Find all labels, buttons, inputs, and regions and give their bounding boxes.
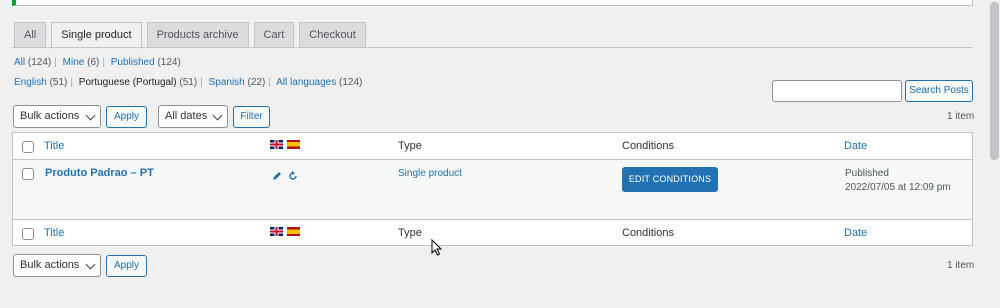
post-date: 2022/07/05 at 12:09 pm <box>845 182 951 193</box>
bulk-actions-value: Bulk actions <box>20 110 80 122</box>
search-posts-button[interactable]: Search Posts <box>905 80 973 102</box>
view-all-link[interactable]: All <box>14 57 25 68</box>
flag-es-icon <box>287 140 300 149</box>
select-all-checkbox[interactable] <box>22 141 34 153</box>
bulk-actions-select-top[interactable]: Bulk actions <box>13 105 101 128</box>
post-type-link[interactable]: Single product <box>398 168 462 179</box>
posts-table: Title Type Conditions Date Produto Padra… <box>12 132 973 246</box>
lang-all-count: (124) <box>338 77 363 88</box>
apply-button-top[interactable]: Apply <box>106 106 147 128</box>
scrollbar-thumb[interactable] <box>990 2 999 160</box>
tab-single-product[interactable]: Single product <box>51 22 142 49</box>
view-filters: All (124) | Mine (6) | Published (124) <box>14 57 181 68</box>
flag-es-icon <box>287 227 300 236</box>
column-title-footer[interactable]: Title <box>44 227 64 239</box>
pencil-icon[interactable] <box>272 169 282 184</box>
column-conditions: Conditions <box>622 140 674 152</box>
tabs-divider <box>12 47 973 48</box>
chevron-down-icon <box>85 259 96 270</box>
tab-products-archive[interactable]: Products archive <box>146 22 249 48</box>
column-conditions-footer: Conditions <box>622 227 674 239</box>
table-footer: Title Type Conditions Date <box>13 219 972 246</box>
bulk-actions-value-bottom: Bulk actions <box>20 259 80 271</box>
table-header: Title Type Conditions Date <box>13 133 972 160</box>
flag-uk-icon <box>270 140 283 149</box>
template-tabs: All Single product Products archive Cart… <box>14 22 366 49</box>
column-date-footer[interactable]: Date <box>844 227 867 239</box>
items-count-top: 1 item <box>947 111 975 122</box>
language-filters: English (51) | Portuguese (Portugal) (51)… <box>14 77 363 88</box>
chevron-down-icon <box>212 110 223 121</box>
lang-english-count: (51) <box>49 77 68 88</box>
column-date[interactable]: Date <box>844 140 867 152</box>
tab-cart[interactable]: Cart <box>253 22 295 48</box>
apply-button-bottom[interactable]: Apply <box>106 255 147 277</box>
column-type-footer: Type <box>398 227 422 239</box>
tab-all[interactable]: All <box>14 22 47 48</box>
column-title[interactable]: Title <box>44 140 64 152</box>
view-all-count: (124) <box>27 57 52 68</box>
mouse-cursor-icon <box>431 238 443 259</box>
tab-checkout[interactable]: Checkout <box>299 22 366 48</box>
chevron-down-icon <box>85 110 96 121</box>
filter-button[interactable]: Filter <box>233 106 270 128</box>
scrollbar[interactable] <box>989 0 1000 308</box>
lang-english-link[interactable]: English <box>14 77 47 88</box>
view-mine-count: (6) <box>87 57 100 68</box>
column-type: Type <box>398 140 422 152</box>
flag-uk-icon <box>270 227 283 236</box>
items-count-bottom: 1 item <box>947 260 975 271</box>
view-mine-link[interactable]: Mine <box>63 57 85 68</box>
edit-conditions-button[interactable]: EDIT CONDITIONS <box>622 167 718 192</box>
lang-all-link[interactable]: All languages <box>276 77 336 88</box>
post-title-link[interactable]: Produto Padrao – PT <box>45 167 154 179</box>
row-checkbox[interactable] <box>22 168 34 180</box>
lang-spanish-count: (22) <box>247 77 266 88</box>
select-all-checkbox-footer[interactable] <box>22 228 34 240</box>
search-input[interactable] <box>772 80 902 102</box>
lang-spanish-link[interactable]: Spanish <box>209 77 245 88</box>
lang-portuguese-count: (51) <box>179 77 198 88</box>
post-status: Published <box>845 168 889 179</box>
table-row: Produto Padrao – PT Single product EDIT … <box>13 160 972 219</box>
view-published-count: (124) <box>157 57 181 68</box>
sync-icon[interactable] <box>288 169 298 184</box>
dates-value: All dates <box>165 110 208 122</box>
dates-select[interactable]: All dates <box>158 105 228 128</box>
view-published-link[interactable]: Published <box>111 57 155 68</box>
bulk-actions-select-bottom[interactable]: Bulk actions <box>13 254 101 277</box>
lang-portuguese-current: Portuguese (Portugal) <box>78 77 177 88</box>
notice-bar <box>12 0 973 6</box>
